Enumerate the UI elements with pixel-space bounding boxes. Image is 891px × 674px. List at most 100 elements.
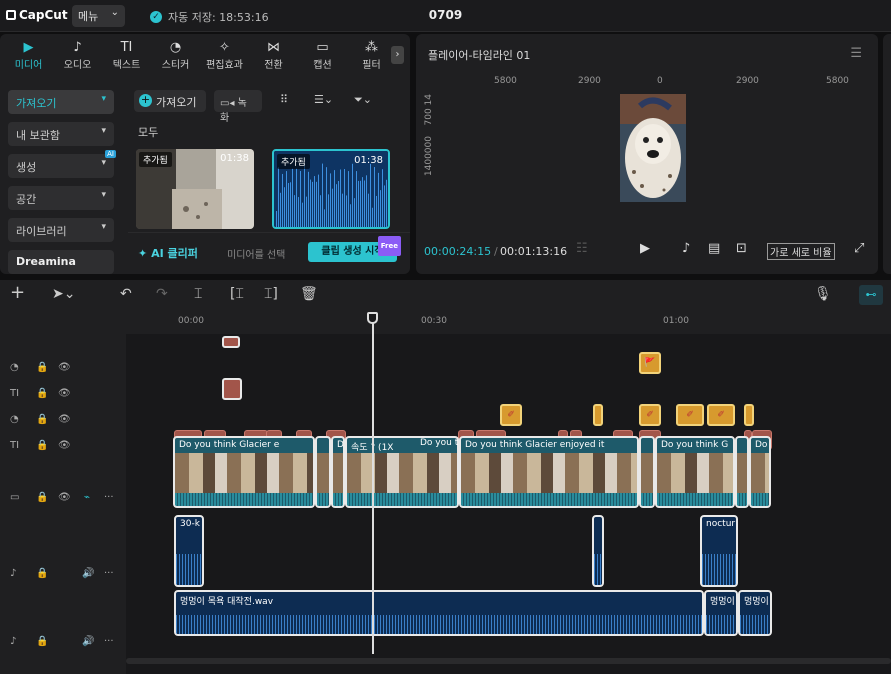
video-clip[interactable]: Do you t (414, 436, 459, 508)
music-track-icon: ♪ (10, 636, 17, 647)
crop-focus-icon[interactable]: ⊡ (736, 241, 747, 256)
eye-icon[interactable]: 👁 (58, 388, 71, 399)
magnet-link-icon[interactable]: ⊷ (859, 285, 883, 305)
audio-clip[interactable]: noctur (700, 515, 738, 587)
filter-funnel-icon[interactable]: ⏷⌄ (354, 93, 372, 107)
playhead-line[interactable] (372, 314, 374, 654)
tab-filter[interactable]: ⁂ 필터 (347, 34, 396, 74)
sticker-clip[interactable] (222, 378, 242, 400)
preview-canvas[interactable] (620, 94, 686, 202)
delete-icon[interactable]: 🗑 (300, 286, 318, 302)
grid-view-icon[interactable]: ⠿ (280, 93, 288, 106)
waveform-bar (350, 204, 351, 227)
tab-text[interactable]: TI 텍스트 (102, 34, 151, 74)
more-icon[interactable]: ··· (104, 568, 114, 579)
fullscreen-icon[interactable]: ⤢ (854, 241, 864, 256)
speaker-icon[interactable]: 🔊 (82, 568, 94, 579)
waveform-bar (310, 179, 311, 227)
chevron-right-icon[interactable]: › (391, 46, 404, 64)
timeline-tracks[interactable]: 00:00 00:30 01:00 🚩 ✐ ✐ ✐ ✐ 도미 하이 회 티 앙치… (126, 310, 891, 674)
sort-icon[interactable]: ☰⌄ (314, 93, 333, 106)
eye-icon[interactable]: 👁 (58, 440, 71, 451)
tiktok-icon[interactable]: ♪ (682, 241, 690, 256)
record-button[interactable]: ▭◂ 녹화 (214, 90, 262, 124)
tab-audio[interactable]: ♪ 오디오 (53, 34, 102, 74)
effect-clip[interactable] (744, 404, 754, 426)
menu-button[interactable]: 메뉴 ⌄ (72, 5, 125, 27)
link-icon[interactable]: ⌁ (84, 492, 90, 503)
trim-right-icon[interactable]: ⌶] (264, 286, 278, 302)
lock-icon[interactable]: 🔒 (36, 440, 48, 451)
effect-clip[interactable]: 🚩 (639, 352, 661, 374)
add-track-icon[interactable]: + (10, 282, 25, 303)
video-clip[interactable]: Do you think G (655, 436, 735, 508)
play-icon[interactable]: ▶ (640, 241, 650, 256)
sparkle-icon: ✦ (138, 247, 148, 260)
undo-icon[interactable]: ↶ (120, 286, 132, 302)
eye-icon[interactable]: 👁 (58, 492, 71, 503)
sidebar-item-space[interactable]: 공간 ▾ (8, 186, 114, 210)
redo-icon[interactable]: ↷ (156, 286, 168, 302)
audio-clip[interactable]: 멍멍이 (704, 590, 738, 636)
subtitle-icon[interactable]: ▤ (708, 241, 720, 256)
details-panel-edge (883, 34, 891, 274)
speaker-icon[interactable]: 🔊 (82, 636, 94, 647)
eye-icon[interactable]: 👁 (58, 414, 71, 425)
waveform-bar (330, 173, 331, 227)
sidebar-item-import[interactable]: 가져오기 ▾ (8, 90, 114, 114)
waveform-toggle-icon[interactable]: ☷ (576, 241, 588, 256)
audio-clip[interactable]: 30-k (174, 515, 204, 587)
sticker-clip[interactable] (222, 336, 240, 348)
video-clip[interactable]: Do you think Glacier e (173, 436, 315, 508)
audio-clip-main[interactable]: 멍멍이 목욕 대작전.wav (174, 590, 704, 636)
waveform-bar (388, 170, 389, 229)
tab-transition[interactable]: ⋈ 전환 (249, 34, 298, 74)
more-icon[interactable]: ··· (104, 492, 114, 503)
tab-sticker[interactable]: ◔ 스티커 (151, 34, 200, 74)
audio-clip-label: 멍멍이 (710, 597, 735, 607)
hamburger-menu-icon[interactable]: ☰ (850, 46, 862, 61)
audio-clip[interactable]: 멍멍이 (738, 590, 772, 636)
effect-clip[interactable]: ✐ (676, 404, 704, 426)
playhead-handle[interactable] (367, 312, 378, 324)
horizontal-scrollbar[interactable] (126, 658, 891, 664)
tab-effects[interactable]: ✧ 편집효과 (200, 34, 249, 74)
import-button[interactable]: + 가져오기 (134, 90, 206, 112)
eye-icon[interactable]: 👁 (58, 362, 71, 373)
microphone-icon[interactable]: 🎙 (814, 286, 832, 302)
video-clip[interactable]: Do (749, 436, 771, 508)
split-icon[interactable]: ⌶ (194, 286, 202, 302)
video-clip[interactable] (735, 436, 749, 508)
generate-clip-button[interactable]: 클립 생성 시작 Free (308, 236, 401, 262)
lock-icon[interactable]: 🔒 (36, 636, 48, 647)
lock-icon[interactable]: 🔒 (36, 388, 48, 399)
media-item-audio[interactable]: 추가됨 01:38 (272, 149, 390, 229)
aspect-ratio-button[interactable]: 가로 세로 비율 (767, 243, 835, 260)
lock-icon[interactable]: 🔒 (36, 492, 48, 503)
sidebar-item-my-storage[interactable]: 내 보관함 ▾ (8, 122, 114, 146)
trim-left-icon[interactable]: [⌶ (230, 286, 244, 302)
video-clip[interactable] (315, 436, 331, 508)
sidebar-item-library[interactable]: 라이브러리 ▾ (8, 218, 114, 242)
effect-clip[interactable]: ✐ (707, 404, 735, 426)
effect-clip[interactable]: ✐ (500, 404, 522, 426)
chevron-down-icon: ▾ (101, 222, 106, 232)
video-clip[interactable]: D (331, 436, 345, 508)
video-clip[interactable]: Do you think Glacier enjoyed it (459, 436, 639, 508)
more-icon[interactable]: ··· (104, 636, 114, 647)
lock-icon[interactable]: 🔒 (36, 568, 48, 579)
media-item-video[interactable]: 추가됨 01:38 (136, 149, 254, 229)
tab-caption[interactable]: ▭ 캡션 (298, 34, 347, 74)
generate-label: 클립 생성 시작 (321, 246, 384, 257)
video-clip[interactable] (639, 436, 655, 508)
sidebar-item-dreamina[interactable]: Dreamina (8, 250, 114, 274)
select-cursor-icon[interactable]: ➤⌄ (52, 286, 75, 302)
ai-clipper-label[interactable]: ✦ AI 클리퍼 (138, 245, 198, 261)
effect-clip[interactable] (593, 404, 603, 426)
lock-icon[interactable]: 🔒 (36, 362, 48, 373)
lock-icon[interactable]: 🔒 (36, 414, 48, 425)
sidebar-item-generate[interactable]: 생성 AI ▾ (8, 150, 116, 178)
audio-clip[interactable] (592, 515, 604, 587)
effect-clip[interactable]: ✐ (639, 404, 661, 426)
tab-media[interactable]: ▶ 미디어 (4, 34, 53, 74)
